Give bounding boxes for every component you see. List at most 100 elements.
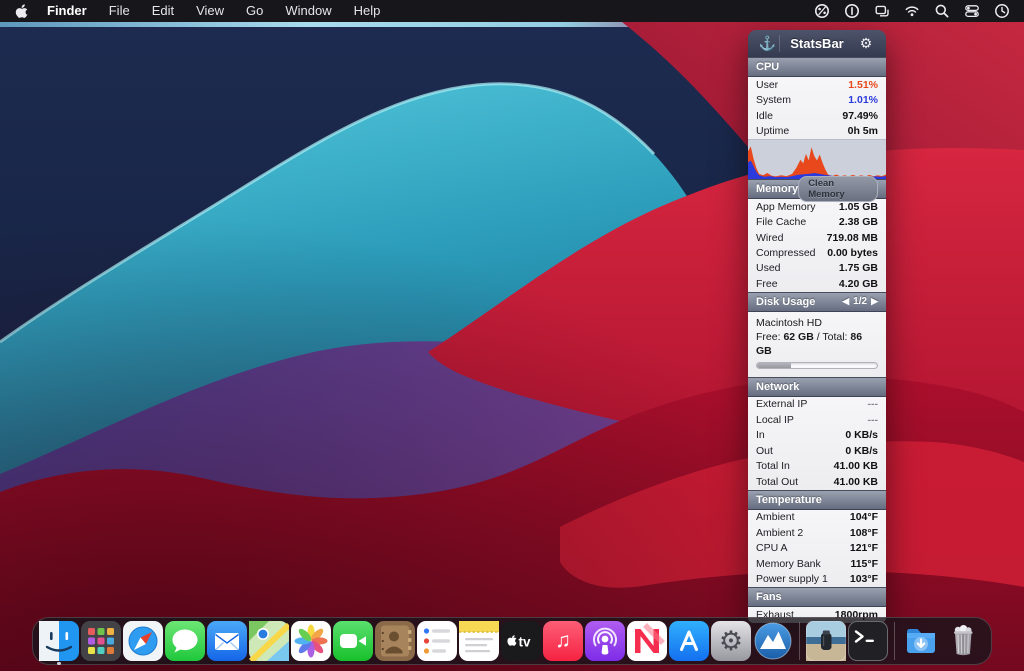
wifi-icon[interactable] [903,3,920,20]
dock-contacts-icon[interactable] [375,621,415,661]
menu-edit[interactable]: Edit [141,0,185,22]
dock-podcasts-icon[interactable] [585,621,625,661]
network-row-local-ip: Local IP --- [748,412,886,427]
temperature-section-title: Temperature [756,494,822,506]
dock-news-icon[interactable] [627,621,667,661]
memory-row-used: Used 1.75 GB [748,261,886,276]
statsbar-menu-icon[interactable] [813,3,830,20]
desktop: Finder File Edit View Go Window Help [0,0,1024,671]
dock-apple-tv-icon[interactable]: tv [501,621,541,661]
dock-messages-icon[interactable] [165,621,205,661]
cpu-usage-graph [748,139,886,179]
disk-pager: ◀ 1/2 ▶ [842,296,878,307]
dock-reminders-icon[interactable] [417,621,457,661]
spotlight-icon[interactable] [933,3,950,20]
disk-prev-icon[interactable]: ◀ [842,296,849,307]
dock-divider [894,622,895,660]
temp-row-memory-bank: Memory Bank 115°F [748,556,886,571]
dock-safari-icon[interactable] [123,621,163,661]
fans-section-header: Fans [748,587,886,607]
network-row-external-ip: External IP --- [748,397,886,412]
disk-section-header: Disk Usage ◀ 1/2 ▶ [748,292,886,312]
statsbar-panel: ⚓ StatsBar ⚙ CPU User 1.51% System 1.01%… [748,30,886,623]
menu-bar-status-area [813,3,1010,20]
panel-title: StatsBar [780,36,854,51]
temperature-section-header: Temperature [748,490,886,510]
cpu-user-value: 1.51% [848,79,878,91]
disk-next-icon[interactable]: ▶ [871,296,878,307]
network-section-header: Network [748,377,886,397]
memory-section-header: Memory Clean Memory [748,179,886,199]
menu-app-name[interactable]: Finder [36,0,98,22]
disk-free-total-line: Free: 62 GB / Total: 86 GB [756,330,878,358]
cpu-section-title: CPU [756,61,779,73]
disk-page-indicator: 1/2 [853,296,867,307]
dock-maps-icon[interactable] [249,621,289,661]
cpu-row-uptime: Uptime 0h 5m [748,123,886,138]
menu-help[interactable]: Help [343,0,392,22]
network-section-body: External IP --- Local IP --- In 0 KB/s O… [748,397,886,490]
clean-memory-button[interactable]: Clean Memory [798,176,878,202]
dock-facetime-icon[interactable] [333,621,373,661]
menu-view[interactable]: View [185,0,235,22]
disk-progress-fill [757,363,791,368]
cpu-idle-value: 97.49% [842,110,878,122]
network-row-total-out: Total Out 41.00 KB [748,474,886,489]
memory-row-wired: Wired 719.08 MB [748,230,886,245]
disk-progress-bar [756,362,878,369]
memory-section-body: App Memory 1.05 GB File Cache 2.38 GB Wi… [748,199,886,292]
disk-section-title: Disk Usage [756,296,815,308]
memory-row-free: Free 4.20 GB [748,276,886,291]
dock-app-store-icon[interactable] [669,621,709,661]
dock-photos-icon[interactable] [291,621,331,661]
cpu-uptime-value: 0h 5m [848,125,878,137]
menu-bar: Finder File Edit View Go Window Help [0,0,1024,22]
temp-row-power-supply: Power supply 1 103°F [748,572,886,587]
dock-trash-icon[interactable] [943,621,983,661]
dock-downloads-folder-icon[interactable] [901,621,941,661]
music-note-glyph: ♫ [555,629,571,653]
cpu-section-body: User 1.51% System 1.01% Idle 97.49% Upti… [748,77,886,179]
anchor-icon[interactable]: ⚓ [756,35,780,52]
finder-running-indicator [57,662,61,666]
clock-icon[interactable] [993,3,1010,20]
disk-section-body: Macintosh HD Free: 62 GB / Total: 86 GB [748,312,886,377]
control-center-icon[interactable] [963,3,980,20]
menu-go[interactable]: Go [235,0,274,22]
gear-icon[interactable]: ⚙ [854,35,878,52]
cpu-system-value: 1.01% [848,94,878,106]
cpu-row-idle: Idle 97.49% [748,108,886,123]
memory-row-filecache: File Cache 2.38 GB [748,214,886,229]
temp-row-ambient2: Ambient 2 108°F [748,525,886,540]
dock-system-preferences-icon[interactable]: ⚙ [711,621,751,661]
svg-text:tv: tv [519,635,531,650]
apple-menu-icon[interactable] [14,3,30,19]
dock: tv ♫ ⚙ [32,617,992,665]
disk-volume-name: Macintosh HD [756,316,878,330]
dock-statsbar-app-icon[interactable] [753,621,793,661]
cpu-row-system: System 1.01% [748,92,886,107]
gear-glyph: ⚙ [719,628,743,655]
dock-music-icon[interactable]: ♫ [543,621,583,661]
memory-section-title: Memory [756,183,798,195]
statsbar-titlebar: ⚓ StatsBar ⚙ [748,30,886,57]
displays-icon[interactable] [873,3,890,20]
temperature-section-body: Ambient 104°F Ambient 2 108°F CPU A 121°… [748,510,886,587]
dock-finder-icon[interactable] [39,621,79,661]
temp-row-ambient: Ambient 104°F [748,510,886,525]
power-status-icon[interactable] [843,3,860,20]
memory-row-compressed: Compressed 0.00 bytes [748,245,886,260]
dock-launchpad-icon[interactable] [81,621,121,661]
menu-file[interactable]: File [98,0,141,22]
network-row-in: In 0 KB/s [748,428,886,443]
dock-terminal-icon[interactable] [848,621,888,661]
dock-onyx-icon[interactable] [806,621,846,661]
network-section-title: Network [756,381,799,393]
dock-notes-icon[interactable] [459,621,499,661]
cpu-row-user: User 1.51% [748,77,886,92]
cpu-section-header: CPU [748,57,886,77]
dock-mail-icon[interactable] [207,621,247,661]
fans-section-title: Fans [756,591,782,603]
menu-window[interactable]: Window [274,0,342,22]
network-row-out: Out 0 KB/s [748,443,886,458]
